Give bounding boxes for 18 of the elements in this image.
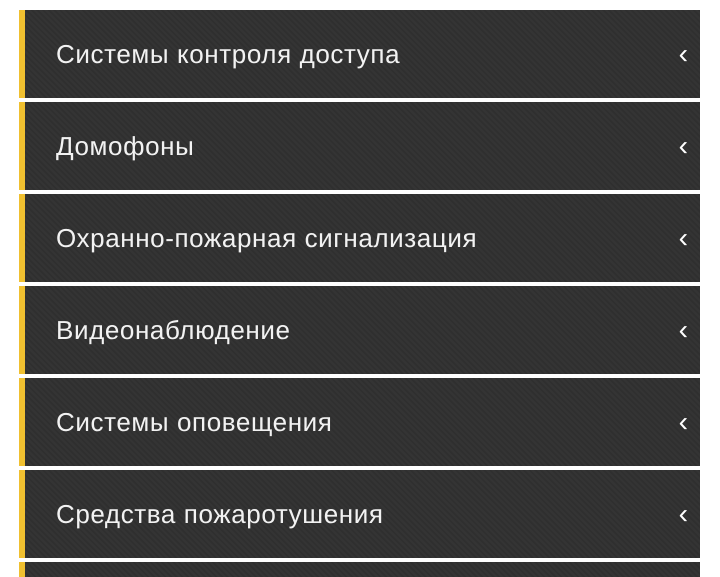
menu-item-label: Видеонаблюдение [56, 314, 291, 346]
menu-item[interactable]: Средства пожаротушения ‹ [19, 470, 700, 558]
menu-item-label: Системы контроля доступа [56, 38, 400, 70]
menu-item[interactable]: Системы контроля доступа ‹ [19, 10, 700, 98]
chevron-icon: ‹ [678, 408, 688, 436]
chevron-icon: ‹ [678, 316, 688, 344]
menu-item-label: Системы оповещения [56, 406, 332, 438]
menu-item[interactable]: Видеонаблюдение ‹ [19, 286, 700, 374]
chevron-icon: ‹ [678, 224, 688, 252]
chevron-icon: ‹ [678, 132, 688, 160]
menu-item-label: Охранно-пожарная сигнализация [56, 222, 478, 254]
chevron-icon: ‹ [678, 500, 688, 528]
menu-item[interactable]: Охранно-пожарная сигнализация ‹ [19, 194, 700, 282]
menu-item[interactable]: Системы оповещения ‹ [19, 378, 700, 466]
chevron-icon: ‹ [678, 40, 688, 68]
menu-item[interactable]: Домофоны ‹ [19, 102, 700, 190]
menu-item-label: Домофоны [56, 130, 194, 162]
menu-item-label: Средства пожаротушения [56, 498, 384, 530]
